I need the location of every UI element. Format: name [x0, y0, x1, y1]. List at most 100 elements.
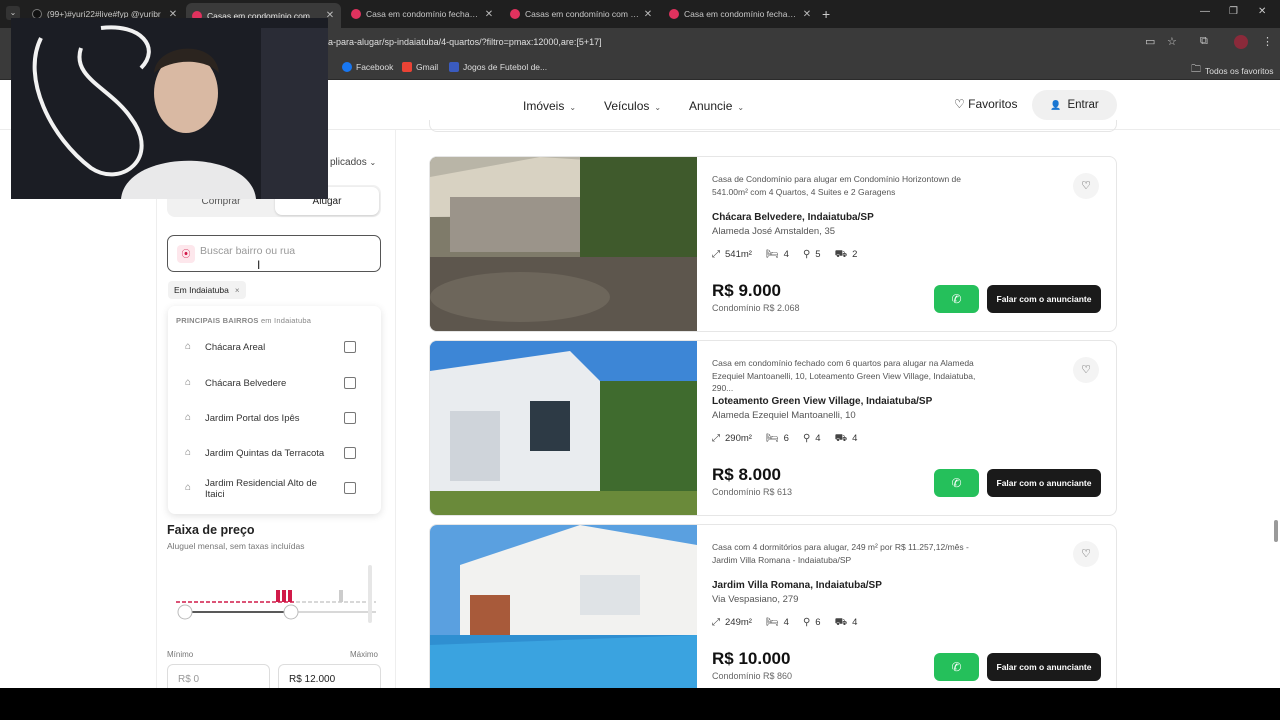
listing-price: R$ 8.000	[712, 465, 781, 484]
close-tab-icon[interactable]: ✕	[641, 9, 655, 20]
neighborhood-checkbox[interactable]	[344, 377, 356, 389]
all-bookmarks[interactable]: 🗀 Todos os favoritos	[1191, 62, 1274, 79]
area-value: 249m²	[725, 617, 752, 628]
nav-anuncie[interactable]: Anuncie ⌄	[689, 99, 744, 113]
bookmark-facebook[interactable]: Facebook	[342, 62, 393, 72]
close-tab-icon[interactable]: ✕	[800, 9, 814, 20]
nav-imoveis[interactable]: Imóveis ⌄	[523, 99, 576, 113]
car-value: 4	[852, 433, 858, 444]
extensions-icon[interactable]: ⧉	[1200, 35, 1208, 48]
building-icon: ⌂	[185, 482, 192, 493]
listing-card[interactable]: Casa de Condomínio para alugar em Condom…	[429, 156, 1117, 332]
browser-tab-3[interactable]: Casa em condomínio fechado c ✕	[345, 4, 500, 24]
nav-veiculos[interactable]: Veículos ⌄	[604, 99, 661, 113]
bookmark-star-icon[interactable]: ☆	[1167, 35, 1177, 48]
min-price-input[interactable]: R$ 0	[167, 664, 270, 688]
entrar-button[interactable]: 👤 Entrar	[1032, 90, 1117, 120]
whatsapp-button[interactable]: ✆	[934, 469, 979, 497]
bookmark-label: Todos os favoritos	[1205, 65, 1274, 76]
search-input[interactable]	[200, 245, 370, 257]
listing-features: ⤢ 290m² 🛏 6 ⚲ 4 ⛟ 4	[712, 433, 857, 446]
neighborhood-option[interactable]: ⌂ Jardim Portal dos Ipês	[168, 402, 381, 436]
neighborhood-checkbox[interactable]	[344, 341, 356, 353]
whatsapp-icon: ✆	[951, 476, 962, 490]
favoritos-button[interactable]: ♡ Favoritos	[954, 97, 1017, 111]
remove-chip-icon[interactable]: ×	[235, 286, 240, 295]
chevron-down-icon: ⌄	[654, 103, 662, 112]
listing-card[interactable]: Casa com 4 dormitórios para alugar, 249 …	[429, 524, 1117, 688]
site-favicon-icon	[351, 9, 361, 19]
tab-label: Casas em condomínio com 4 q	[525, 9, 641, 19]
minimize-icon[interactable]: —	[1200, 6, 1210, 17]
car-icon: ⛟	[834, 433, 848, 444]
browser-menu-icon[interactable]: ⋮	[1262, 35, 1273, 48]
neighborhood-dropdown: PRINCIPAIS BAIRROS em Indaiatuba ⌂ Cháca…	[168, 306, 381, 514]
neighborhood-option[interactable]: ⌂ Jardim Quintas da Terracota	[168, 437, 381, 471]
building-icon: ⌂	[185, 377, 192, 388]
favorite-heart-icon[interactable]: ♡	[1073, 541, 1099, 567]
contact-advertiser-button[interactable]: Falar com o anunciante	[987, 653, 1101, 681]
whatsapp-button[interactable]: ✆	[934, 653, 979, 681]
contact-advertiser-button[interactable]: Falar com o anunciante	[987, 285, 1101, 313]
car-value: 4	[852, 617, 858, 628]
city-chip[interactable]: Em Indaiatuba ×	[168, 281, 246, 299]
page-scrollbar[interactable]	[1274, 520, 1278, 542]
area-feature: ⤢ 290m²	[712, 433, 752, 446]
price-histogram-slider[interactable]	[176, 565, 376, 625]
restore-icon[interactable]: ❐	[1229, 6, 1238, 17]
new-tab-button[interactable]: +	[822, 6, 830, 22]
bed-icon: 🛏	[765, 249, 779, 260]
neighborhood-label: Chácara Belvedere	[205, 378, 287, 389]
favorite-heart-icon[interactable]: ♡	[1073, 173, 1099, 199]
shower-icon: ⚲	[802, 249, 811, 260]
entrar-label: Entrar	[1067, 99, 1099, 111]
whatsapp-button[interactable]: ✆	[934, 285, 979, 313]
contact-advertiser-button[interactable]: Falar com o anunciante	[987, 469, 1101, 497]
listing-photo[interactable]	[430, 157, 697, 332]
profile-avatar[interactable]	[1234, 35, 1248, 49]
site-favicon-icon	[669, 9, 679, 19]
close-window-icon[interactable]: ✕	[1258, 6, 1266, 17]
bed-value: 6	[783, 433, 789, 444]
listing-location: Jardim Villa Romana, Indaiatuba/SP	[712, 580, 882, 591]
listing-photo[interactable]	[430, 341, 697, 516]
listing-photo[interactable]	[430, 525, 697, 688]
dropdown-scrollbar[interactable]	[368, 565, 372, 623]
screen-bottom-bar	[0, 688, 1280, 720]
close-tab-icon[interactable]: ✕	[482, 9, 496, 20]
neighborhood-option[interactable]: ⌂ Chácara Belvedere	[168, 367, 381, 401]
neighborhood-option[interactable]: ⌂ Chácara Areal	[168, 331, 381, 365]
applied-filters-toggle[interactable]: plicados ⌄	[330, 157, 376, 168]
max-price-input[interactable]: R$ 12.000	[278, 664, 381, 688]
webcam-overlay	[11, 18, 328, 199]
neighborhood-checkbox[interactable]	[344, 447, 356, 459]
bed-icon: 🛏	[765, 617, 779, 628]
histogram-bar	[288, 590, 292, 602]
bookmark-gmail[interactable]: Gmail	[402, 62, 438, 72]
cast-icon[interactable]: ▭	[1145, 35, 1155, 48]
bath-value: 6	[815, 617, 821, 628]
listing-card[interactable]: Casa em condomínio fechado com 6 quartos…	[429, 340, 1117, 516]
listing-address: Via Vespasiano, 279	[712, 594, 799, 605]
neighborhood-checkbox[interactable]	[344, 482, 356, 494]
bed-icon: 🛏	[765, 433, 779, 444]
gmail-icon	[402, 62, 412, 72]
area-icon: ⤢	[712, 433, 720, 444]
url-field[interactable]: ena-para-alugar/sp-indaiatuba/4-quartos/…	[318, 37, 602, 47]
area-icon: ⤢	[712, 249, 720, 260]
previous-card-edge	[429, 120, 1117, 132]
bath-feature: ⚲ 4	[803, 433, 821, 446]
browser-tab-5[interactable]: Casa em condomínio fechado c ✕	[663, 4, 818, 24]
car-feature: ⛟ 4	[835, 433, 858, 446]
nav-label: Imóveis	[523, 99, 565, 113]
facebook-icon	[342, 62, 352, 72]
favorite-heart-icon[interactable]: ♡	[1073, 357, 1099, 383]
bookmark-jogos[interactable]: Jogos de Futebol de...	[449, 62, 547, 72]
shower-icon: ⚲	[802, 433, 811, 444]
applied-label: plicados	[330, 157, 367, 168]
browser-tab-4[interactable]: Casas em condomínio com 4 q ✕	[504, 4, 659, 24]
max-slider-handle	[283, 604, 299, 620]
neighborhood-option[interactable]: ⌂ Jardim Residencial Alto de Itaici	[168, 472, 381, 506]
car-value: 2	[852, 249, 858, 260]
neighborhood-checkbox[interactable]	[344, 412, 356, 424]
